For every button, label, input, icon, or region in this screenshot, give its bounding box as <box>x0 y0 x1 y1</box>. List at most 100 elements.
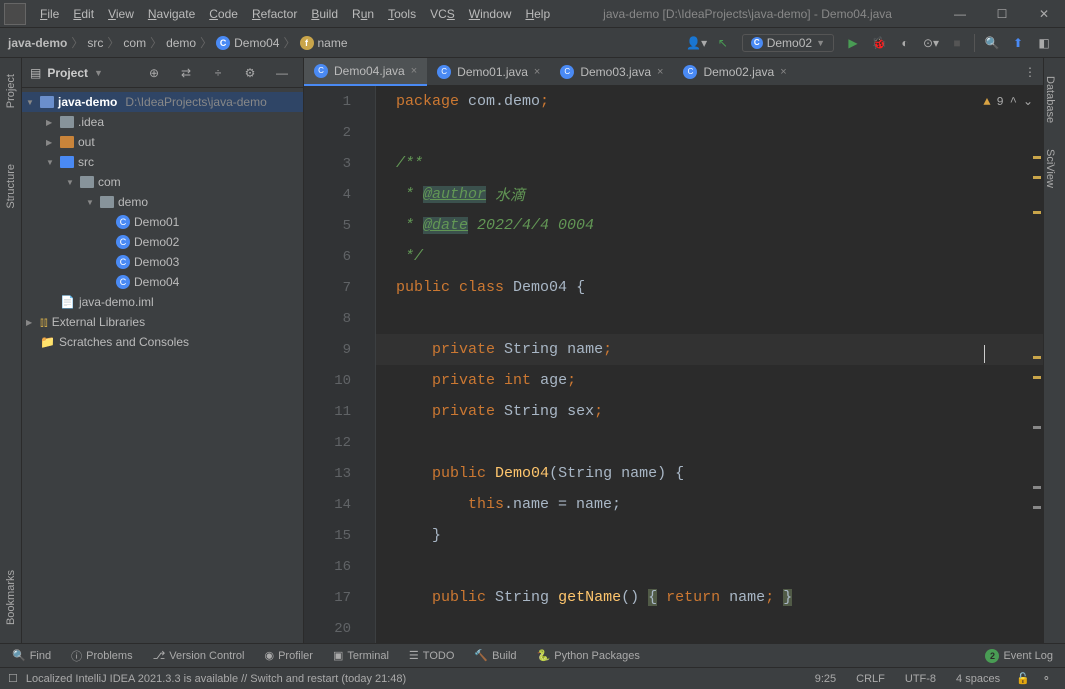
user-icon[interactable]: 👤▾ <box>686 32 708 54</box>
locate-icon[interactable]: ⊕ <box>143 62 165 84</box>
tool-python[interactable]: 🐍Python Packages <box>537 649 640 662</box>
left-tab-structure[interactable]: Structure <box>5 156 17 217</box>
menu-build[interactable]: Build <box>305 3 344 25</box>
close-button[interactable]: ✕ <box>1023 0 1065 28</box>
line-gutter: 12 34 56 78 910 1112 1314 1516 1720 <box>304 86 376 643</box>
tree-scratches[interactable]: 📁Scratches and Consoles <box>22 332 303 352</box>
tree-item[interactable]: CDemo01 <box>22 212 303 232</box>
tool-find[interactable]: 🔍Find <box>12 649 51 662</box>
menu-code[interactable]: Code <box>203 3 244 25</box>
bc-field[interactable]: name <box>318 36 348 50</box>
tool-todo[interactable]: ☰TODO <box>409 649 454 662</box>
editor-tabs: CDemo04.java× CDemo01.java× CDemo03.java… <box>304 58 1043 86</box>
inspection-indicator[interactable]: ▲9^⌄ <box>983 94 1033 109</box>
tool-vcs[interactable]: ⎇Version Control <box>153 649 245 662</box>
menu-toggle-icon[interactable]: ☐ <box>8 672 18 685</box>
indent[interactable]: 4 spaces <box>956 673 1000 685</box>
tool-terminal[interactable]: ▣Terminal <box>333 649 389 662</box>
tree-ext-lib[interactable]: ⫾⫾External Libraries <box>22 312 303 332</box>
marker-strip[interactable] <box>1031 86 1043 643</box>
event-log[interactable]: 2Event Log <box>985 649 1053 663</box>
minimize-button[interactable]: — <box>939 0 981 28</box>
run-button[interactable]: ▶ <box>842 32 864 54</box>
menu-run[interactable]: Run <box>346 3 380 25</box>
close-icon[interactable]: × <box>780 66 786 78</box>
caret-pos[interactable]: 9:25 <box>815 673 836 685</box>
menu-edit[interactable]: Edit <box>67 3 100 25</box>
tool-profiler[interactable]: ◉Profiler <box>264 649 312 662</box>
tree-root[interactable]: java-demoD:\IdeaProjects\java-demo <box>22 92 303 112</box>
chevron-down-icon[interactable]: ▼ <box>94 68 103 78</box>
coverage-button[interactable]: ◐ <box>894 32 916 54</box>
code-text[interactable]: package com.demo; /** * @author 水滴 * @da… <box>376 86 1043 643</box>
menu-refactor[interactable]: Refactor <box>246 3 303 25</box>
status-message[interactable]: Localized IntelliJ IDEA 2021.3.3 is avai… <box>26 673 406 685</box>
window-title: java-demo [D:\IdeaProjects\java-demo] - … <box>556 7 939 21</box>
tree-item[interactable]: com <box>22 172 303 192</box>
tree-item[interactable]: CDemo02 <box>22 232 303 252</box>
hammer-icon: 🔨 <box>474 649 488 662</box>
left-tab-bookmarks[interactable]: Bookmarks <box>5 562 17 633</box>
right-tab-sciview[interactable]: SciView <box>1044 141 1056 196</box>
code-area[interactable]: 12 34 56 78 910 1112 1314 1516 1720 pack… <box>304 86 1043 643</box>
tab-demo04[interactable]: CDemo04.java× <box>304 58 427 86</box>
project-tree: java-demoD:\IdeaProjects\java-demo .idea… <box>22 88 303 356</box>
tree-item[interactable]: .idea <box>22 112 303 132</box>
debug-button[interactable]: 🐞 <box>868 32 890 54</box>
maximize-button[interactable]: ☐ <box>981 0 1023 28</box>
tool-build[interactable]: 🔨Build <box>474 649 516 662</box>
menu-navigate[interactable]: Navigate <box>142 3 201 25</box>
toolbar: java-demo〉 src〉 com〉 demo〉 CDemo04〉 fnam… <box>0 28 1065 58</box>
tree-item[interactable]: demo <box>22 192 303 212</box>
memory-icon[interactable]: ⚬ <box>1042 672 1051 685</box>
menu-view[interactable]: View <box>102 3 140 25</box>
run-config-selector[interactable]: C Demo02 ▼ <box>742 34 834 52</box>
menu-window[interactable]: Window <box>463 3 518 25</box>
bc-project[interactable]: java-demo <box>8 36 67 50</box>
menu-vcs[interactable]: VCS <box>424 3 461 25</box>
update-button[interactable]: ⬆ <box>1007 32 1029 54</box>
close-icon[interactable]: × <box>657 66 663 78</box>
collapse-icon[interactable]: ÷ <box>207 62 229 84</box>
menu-tools[interactable]: Tools <box>382 3 422 25</box>
project-header-label[interactable]: Project <box>47 66 88 80</box>
close-icon[interactable]: × <box>411 65 417 77</box>
bc-src[interactable]: src <box>87 36 103 50</box>
line-ending[interactable]: CRLF <box>856 673 885 685</box>
menu-file[interactable]: File <box>34 3 65 25</box>
stop-button[interactable]: ■ <box>946 32 968 54</box>
close-icon[interactable]: × <box>534 66 540 78</box>
tab-demo01[interactable]: CDemo01.java× <box>427 58 550 86</box>
search-button[interactable]: 🔍 <box>981 32 1003 54</box>
tool-problems[interactable]: ⓘProblems <box>71 648 132 664</box>
list-icon: ☰ <box>409 649 419 662</box>
profile-button[interactable]: ⊙▾ <box>920 32 942 54</box>
hide-icon[interactable]: — <box>271 62 293 84</box>
bc-demo[interactable]: demo <box>166 36 196 50</box>
tree-item[interactable]: CDemo03 <box>22 252 303 272</box>
bc-class[interactable]: Demo04 <box>234 36 279 50</box>
tab-demo03[interactable]: CDemo03.java× <box>550 58 673 86</box>
chevron-up-icon[interactable]: ^ <box>1010 95 1017 109</box>
tree-item[interactable]: 📄java-demo.iml <box>22 292 303 312</box>
editor: CDemo04.java× CDemo01.java× CDemo03.java… <box>304 58 1043 643</box>
left-tool-gutter: Project Structure Bookmarks <box>0 58 22 643</box>
expand-icon[interactable]: ⇄ <box>175 62 197 84</box>
tab-menu-icon[interactable]: ⋮ <box>1019 61 1041 83</box>
right-tab-database[interactable]: Database <box>1044 68 1056 131</box>
tree-item[interactable]: CDemo04 <box>22 272 303 292</box>
branch-icon: ⎇ <box>153 649 166 662</box>
ide-menu-button[interactable]: ◧ <box>1033 32 1055 54</box>
titlebar: File Edit View Navigate Code Refactor Bu… <box>0 0 1065 28</box>
readonly-icon[interactable]: 🔓 <box>1016 672 1030 685</box>
bc-com[interactable]: com <box>123 36 146 50</box>
encoding[interactable]: UTF-8 <box>905 673 936 685</box>
tree-item[interactable]: src <box>22 152 303 172</box>
gauge-icon: ◉ <box>264 649 274 662</box>
build-icon[interactable]: ↖ <box>712 32 734 54</box>
tab-demo02[interactable]: CDemo02.java× <box>673 58 796 86</box>
gear-icon[interactable]: ⚙ <box>239 62 261 84</box>
left-tab-project[interactable]: Project <box>5 66 17 116</box>
tree-item[interactable]: out <box>22 132 303 152</box>
menu-help[interactable]: Help <box>519 3 556 25</box>
